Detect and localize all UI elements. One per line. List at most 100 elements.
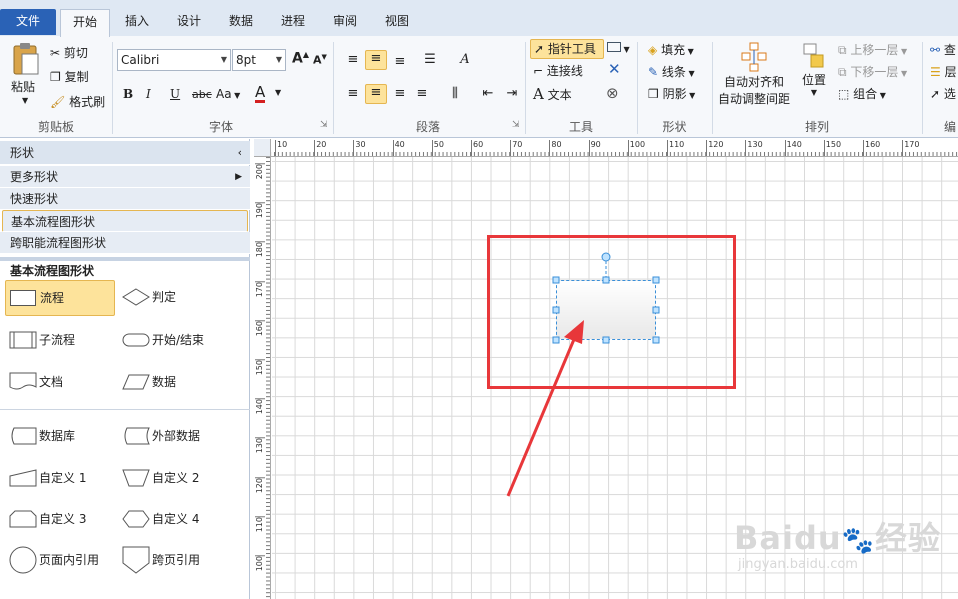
ruler-tick-label: 50 [431, 140, 444, 156]
strikethrough-button[interactable]: abc [192, 88, 212, 101]
shape-process[interactable]: 流程 [5, 280, 115, 316]
ruler-tick-label: 90 [588, 140, 601, 156]
shape-data[interactable]: 数据 [118, 367, 228, 399]
watermark-logo: Baidu🐾经验 [734, 513, 941, 559]
bold-button[interactable]: B [123, 87, 133, 101]
paste-button[interactable]: 粘贴 ▼ [8, 42, 44, 112]
shape-off-page-reference[interactable]: 跨页引用 [118, 543, 228, 577]
italic-button[interactable]: I [146, 87, 151, 101]
decrease-indent-icon[interactable]: ⇤ [478, 86, 498, 102]
ruler-corner [254, 139, 271, 157]
cut-button[interactable]: ✂ 剪切 [50, 44, 88, 61]
select-icon: ➚ [930, 87, 941, 101]
fill-button[interactable]: ◈ 填充 ▼ [648, 41, 694, 58]
shape-on-page-reference[interactable]: 页面内引用 [5, 543, 115, 577]
tab-file[interactable]: 文件 [0, 9, 56, 35]
collapse-pane-icon[interactable]: ‹ [238, 141, 242, 165]
format-painter-button[interactable]: 🖌 格式刷 [50, 93, 105, 110]
editing-group-label: 编 [944, 120, 957, 134]
shape-external-data[interactable]: 外部数据 [118, 421, 228, 453]
grow-font-button[interactable]: A▲ [292, 50, 309, 67]
layers-button[interactable]: ☰ 层 [930, 63, 957, 80]
tab-review[interactable]: 审阅 [320, 9, 370, 36]
shape-decision[interactable]: 判定 [118, 280, 228, 316]
ruler-tick-label: 30 [353, 140, 366, 156]
tab-insert[interactable]: 插入 [112, 9, 162, 36]
paste-label: 粘贴 [11, 80, 36, 94]
shape-custom-1[interactable]: 自定义 1 [5, 463, 115, 495]
tab-design[interactable]: 设计 [164, 9, 214, 36]
tab-data[interactable]: 数据 [216, 9, 266, 36]
ruler-tick-label: 120 [255, 476, 265, 493]
justify-icon[interactable]: ≡ [412, 86, 432, 102]
shape-custom-4[interactable]: 自定义 4 [118, 504, 228, 536]
text-direction-icon[interactable]: A [455, 52, 475, 68]
change-case-button[interactable]: Aa ▼ [216, 87, 240, 101]
ruler-tick-label: 20 [314, 140, 326, 156]
drawing-canvas[interactable]: Baidu🐾经验 jingyan.baidu.com [272, 157, 958, 599]
circle-shape-icon [9, 546, 37, 574]
tab-home[interactable]: 开始 [60, 9, 110, 37]
copy-button[interactable]: ❐ 复制 [50, 68, 89, 85]
database-shape-icon [11, 427, 37, 445]
chevron-right-icon: ▶ [235, 172, 242, 182]
tab-process[interactable]: 进程 [268, 9, 318, 36]
shadow-button[interactable]: ❒ 阴影 ▼ [648, 85, 695, 102]
align-center-icon[interactable]: ≡ [365, 84, 387, 104]
tab-view[interactable]: 视图 [372, 9, 422, 36]
line-button[interactable]: ✎ 线条 ▼ [648, 63, 695, 80]
quick-shapes-item[interactable]: 快速形状 [0, 188, 250, 210]
font-name-select[interactable]: Calibri ▼ [117, 49, 231, 71]
close-icon[interactable]: ✕ [608, 60, 621, 78]
pane-splitter[interactable] [0, 257, 250, 261]
shape-database[interactable]: 数据库 [5, 421, 115, 453]
copy-icon: ❐ [50, 70, 61, 84]
format-painter-label: 格式刷 [69, 95, 106, 109]
align-bottom-icon[interactable]: ≡ [390, 54, 410, 70]
shape-label: 外部数据 [152, 429, 201, 443]
position-button[interactable]: 位置 ▼ [797, 41, 831, 113]
auto-align-icon [741, 42, 767, 72]
bullets-icon[interactable]: ☰ [420, 52, 440, 68]
ruler-tick-label: 150 [823, 140, 841, 156]
dialog-launcher-icon[interactable]: ⇲ [320, 120, 328, 130]
shape-custom-3[interactable]: 自定义 3 [5, 504, 115, 536]
dialog-launcher-icon[interactable]: ⇲ [512, 120, 520, 130]
shrink-font-button[interactable]: A▼ [313, 53, 327, 67]
text-tool-button[interactable]: A 文本 [533, 85, 572, 103]
align-left-icon[interactable]: ≡ [343, 86, 363, 102]
font-size-select[interactable]: 8pt ▼ [232, 49, 286, 71]
group-button[interactable]: ⬚ 组合 ▼ [838, 85, 886, 102]
connection-point-icon[interactable]: ⊗ [606, 84, 619, 102]
auto-align-space-button[interactable]: 自动对齐和 自动调整间距 [716, 41, 792, 113]
cross-functional-stencil-item[interactable]: 跨职能流程图形状 [0, 232, 250, 254]
basic-flowchart-stencil-item[interactable]: 基本流程图形状 [2, 210, 248, 232]
shape-custom-2[interactable]: 自定义 2 [118, 463, 228, 495]
subprocess-shape-icon [9, 331, 37, 349]
find-button[interactable]: ⚯ 查 [930, 41, 956, 58]
font-color-button[interactable]: A [255, 84, 266, 103]
increase-indent-icon[interactable]: ⇥ [502, 86, 522, 102]
align-top-icon[interactable]: ≡ [343, 52, 363, 68]
more-shapes-label: 更多形状 [10, 170, 59, 184]
connector-button[interactable]: ⌐ 连接线 [533, 62, 583, 79]
pointer-tool-button[interactable]: ➚ 指针工具 [530, 39, 604, 59]
underline-button[interactable]: U [170, 87, 180, 101]
shape-document[interactable]: 文档 [5, 367, 115, 399]
ruler-tick-label: 100 [255, 555, 265, 572]
bring-forward-button[interactable]: ⧉ 上移一层 ▼ [838, 41, 907, 58]
process-shape-icon [10, 290, 36, 306]
align-middle-icon[interactable]: ≡ [365, 50, 387, 70]
chevron-down-icon[interactable]: ▼ [275, 88, 281, 97]
more-shapes-item[interactable]: 更多形状 ▶ [0, 166, 250, 188]
send-backward-button[interactable]: ⧉ 下移一层 ▼ [838, 63, 907, 80]
shapes-pane-title: 形状 [10, 146, 35, 160]
vertical-text-icon[interactable]: ⫼ [445, 86, 465, 102]
shape-start-end[interactable]: 开始/结束 [118, 325, 228, 357]
select-button[interactable]: ➚ 选 [930, 85, 956, 102]
cut-label: 剪切 [63, 46, 88, 60]
rectangle-tool-button[interactable]: ▼ [607, 41, 630, 55]
align-right-icon[interactable]: ≡ [390, 86, 410, 102]
shape-label: 数据 [152, 375, 177, 389]
shape-subprocess[interactable]: 子流程 [5, 325, 115, 357]
